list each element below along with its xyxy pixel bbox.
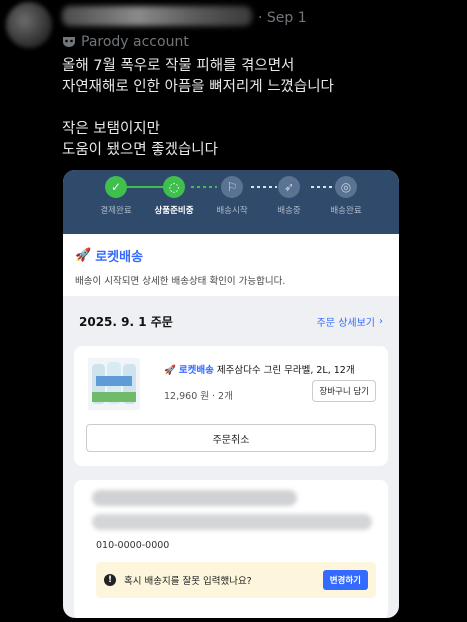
step-label: 상품준비중 bbox=[154, 206, 194, 216]
spinner-icon: ◌ bbox=[163, 176, 185, 198]
step-preparing: ◌ 상품준비중 bbox=[144, 170, 204, 216]
step-delivered: ◎ 배송완료 bbox=[316, 170, 376, 216]
flag-icon: ⚐ bbox=[221, 176, 243, 198]
redacted-username[interactable] bbox=[62, 6, 252, 26]
order-detail-link[interactable]: 주문 상세보기 › bbox=[317, 314, 383, 329]
rocket-title-text: 로켓배송 bbox=[95, 250, 144, 265]
order-detail-label: 주문 상세보기 bbox=[316, 317, 375, 329]
step-shipping-start: ⚐ 배송시작 bbox=[202, 170, 262, 216]
step-in-transit: ➶ 배송중 bbox=[259, 170, 319, 216]
step-label: 배송중 bbox=[277, 206, 301, 216]
rocket-icon: ➶ bbox=[278, 176, 300, 198]
step-label: 결제완료 bbox=[100, 206, 132, 216]
address-warning-banner: ! 혹시 배송지를 잘못 입력했나요? 변경하기 bbox=[96, 562, 376, 598]
item-title[interactable]: 🚀 로켓배송 제주삼다수 그린 무라벨, 2L, 12개 bbox=[164, 362, 355, 376]
tweet-line: 자연재해로 인한 아픔을 뼈저리게 느꼈습니다 bbox=[62, 79, 334, 95]
change-address-button[interactable]: 변경하기 bbox=[322, 570, 368, 590]
avatar[interactable] bbox=[6, 2, 52, 48]
parody-badge: Parody account bbox=[62, 34, 189, 50]
step-label: 배송완료 bbox=[330, 206, 362, 216]
mask-icon bbox=[63, 37, 75, 47]
bulb-icon: ◎ bbox=[335, 176, 357, 198]
rocket-tag: 로켓배송 bbox=[178, 365, 214, 376]
phone-number: 010-0000-0000 bbox=[96, 540, 170, 551]
cancel-order-button[interactable]: 주문취소 bbox=[86, 424, 376, 452]
shipping-address-card: 010-0000-0000 ! 혹시 배송지를 잘못 입력했나요? 변경하기 bbox=[74, 480, 388, 618]
add-to-cart-button[interactable]: 장바구니 담기 bbox=[312, 380, 376, 402]
order-item-card: 🚀 로켓배송 제주삼다수 그린 무라벨, 2L, 12개 12,960 원 · … bbox=[74, 346, 388, 466]
product-image[interactable] bbox=[88, 358, 140, 410]
rocket-title: 🚀 로켓배송 bbox=[75, 246, 387, 265]
tweet-text: 올해 7월 폭우로 작물 피해를 겪으면서 자연재해로 인한 아픔을 뼈저리게 … bbox=[62, 56, 462, 161]
order-date: 2025. 9. 1 주문 bbox=[79, 314, 173, 329]
step-payment: ✓ 결제완료 bbox=[86, 170, 146, 216]
tweet-line: 도움이 됐으면 좋겠습니다 bbox=[62, 142, 218, 158]
check-icon: ✓ bbox=[105, 176, 127, 198]
rocket-description: 배송이 시작되면 상세한 배송상태 확인이 가능합니다. bbox=[75, 276, 286, 287]
rocket-delivery-notice: 🚀 로켓배송 배송이 시작되면 상세한 배송상태 확인이 가능합니다. bbox=[63, 234, 399, 296]
tweet-line: 올해 7월 폭우로 작물 피해를 겪으면서 bbox=[62, 58, 295, 74]
rocket-icon: 🚀 bbox=[164, 365, 176, 376]
step-label: 배송시작 bbox=[216, 206, 248, 216]
order-header: 2025. 9. 1 주문 주문 상세보기 › bbox=[63, 296, 399, 346]
warning-text: 혹시 배송지를 잘못 입력했나요? bbox=[124, 576, 252, 587]
rocket-icon: 🚀 bbox=[75, 248, 92, 263]
redacted-address bbox=[92, 514, 372, 530]
chevron-right-icon: › bbox=[379, 315, 383, 327]
item-name: 제주삼다수 그린 무라벨, 2L, 12개 bbox=[216, 365, 355, 376]
tweet-line: 작은 보탬이지만 bbox=[62, 121, 160, 137]
parody-label: Parody account bbox=[81, 34, 189, 50]
tweet-date[interactable]: · Sep 1 bbox=[258, 10, 307, 26]
delivery-stepper: ✓ 결제완료 ◌ 상품준비중 ⚐ 배송시작 ➶ 배송중 ◎ 배송완료 bbox=[63, 170, 399, 234]
exclamation-icon: ! bbox=[104, 574, 116, 586]
redacted-name bbox=[92, 490, 297, 506]
attached-image[interactable]: ✓ 결제완료 ◌ 상품준비중 ⚐ 배송시작 ➶ 배송중 ◎ 배송완료 🚀 로켓배… bbox=[63, 170, 399, 618]
